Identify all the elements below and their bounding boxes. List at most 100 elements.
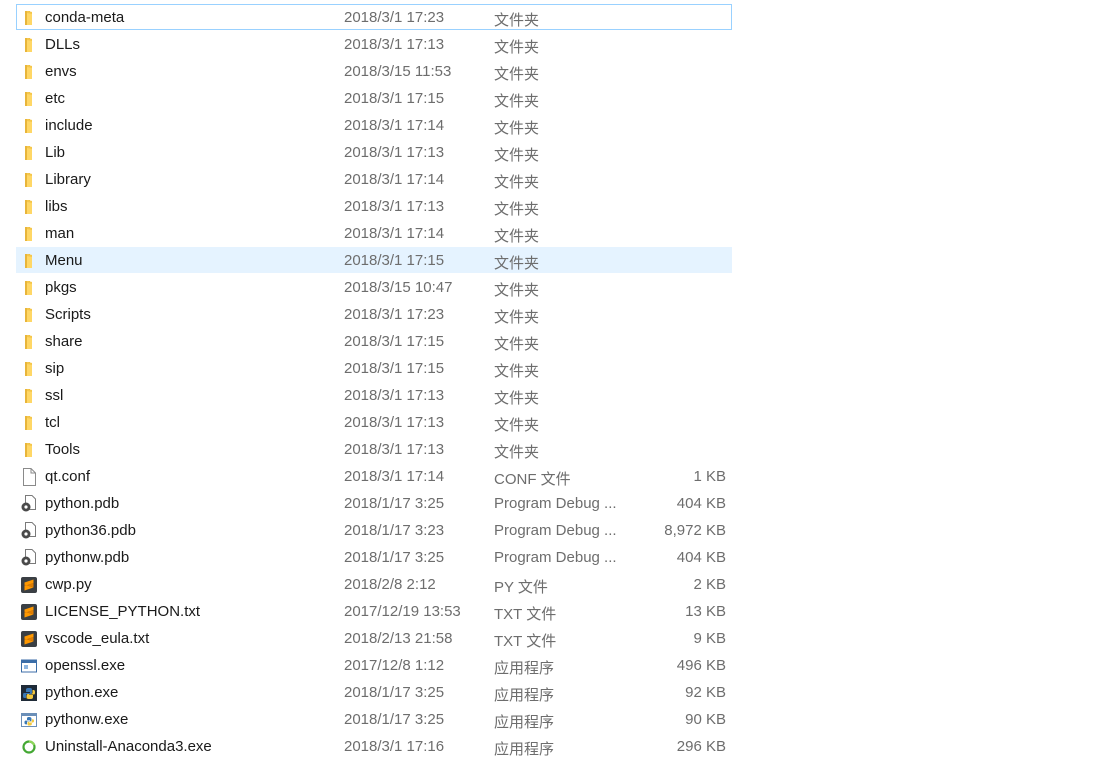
file-row[interactable]: Scripts 2018/3/1 17:23 文件夹: [16, 301, 732, 327]
folder-icon: [20, 90, 38, 108]
file-date-modified: 2018/3/1 17:15: [344, 90, 445, 107]
folder-icon: [20, 360, 38, 378]
folder-icon: [20, 171, 38, 189]
file-row[interactable]: libs 2018/3/1 17:13 文件夹: [16, 193, 732, 219]
file-type: 文件夹: [494, 120, 540, 137]
file-name: python.exe: [45, 684, 119, 701]
file-name: envs: [45, 63, 77, 80]
folder-icon: [20, 387, 38, 405]
file-row[interactable]: sip 2018/3/1 17:15 文件夹: [16, 355, 732, 381]
debug-file-icon: [20, 495, 38, 513]
file-row[interactable]: man 2018/3/1 17:14 文件夹: [16, 220, 732, 246]
file-type: 文件夹: [494, 93, 540, 110]
python-window-icon: [20, 711, 38, 729]
file-name: cwp.py: [45, 576, 92, 593]
blank-file-icon: [20, 468, 38, 486]
file-date-modified: 2018/3/1 17:16: [344, 738, 445, 755]
file-date-modified: 2018/3/1 17:23: [344, 9, 445, 26]
file-date-modified: 2018/2/13 21:58: [344, 630, 453, 647]
file-row[interactable]: python36.pdb 2018/1/17 3:23 Program Debug …: [16, 517, 732, 543]
debug-file-icon: [20, 522, 38, 540]
file-row[interactable]: qt.conf 2018/3/1 17:14 CONF 文件 1 KB: [16, 463, 732, 489]
file-type: 文件夹: [494, 417, 540, 434]
file-row[interactable]: Menu 2018/3/1 17:15 文件夹: [16, 247, 732, 273]
file-row[interactable]: Library 2018/3/1 17:14 文件夹: [16, 166, 732, 192]
file-name: openssl.exe: [45, 657, 126, 674]
file-date-modified: 2018/3/1 17:14: [344, 468, 445, 485]
file-type: 文件夹: [494, 66, 540, 83]
file-date-modified: 2018/3/15 10:47: [344, 279, 453, 296]
file-row[interactable]: pkgs 2018/3/15 10:47 文件夹: [16, 274, 732, 300]
file-date-modified: 2017/12/8 1:12: [344, 657, 445, 674]
file-row[interactable]: Lib 2018/3/1 17:13 文件夹: [16, 139, 732, 165]
file-date-modified: 2018/3/1 17:15: [344, 360, 445, 377]
file-size: 92 KB: [685, 684, 726, 701]
sublime-text-icon: [20, 576, 38, 594]
file-type: 文件夹: [494, 228, 540, 245]
folder-icon: [20, 9, 38, 27]
file-type: 文件夹: [494, 39, 540, 56]
folder-icon: [20, 306, 38, 324]
file-row[interactable]: Tools 2018/3/1 17:13 文件夹: [16, 436, 732, 462]
file-name: python.pdb: [45, 495, 120, 512]
file-date-modified: 2018/1/17 3:23: [344, 522, 445, 539]
file-type: 文件夹: [494, 174, 540, 191]
file-type: 应用程序: [494, 660, 555, 677]
file-row[interactable]: pythonw.pdb 2018/1/17 3:25 Program Debug .…: [16, 544, 732, 570]
file-row[interactable]: pythonw.exe 2018/1/17 3:25 应用程序 90 KB: [16, 706, 732, 732]
file-row[interactable]: include 2018/3/1 17:14 文件夹: [16, 112, 732, 138]
sublime-text-icon: [20, 630, 38, 648]
file-date-modified: 2018/3/1 17:14: [344, 171, 445, 188]
file-row[interactable]: vscode_eula.txt 2018/2/13 21:58 TXT 文件 9 KB: [16, 625, 732, 651]
file-type: CONF 文件: [494, 471, 571, 488]
file-name: Lib: [45, 144, 66, 161]
file-type: 文件夹: [494, 336, 540, 353]
file-date-modified: 2017/12/19 13:53: [344, 603, 461, 620]
file-type: 文件夹: [494, 282, 540, 299]
file-size: 13 KB: [685, 603, 726, 620]
file-name: qt.conf: [45, 468, 91, 485]
file-date-modified: 2018/2/8 2:12: [344, 576, 436, 593]
file-row[interactable]: share 2018/3/1 17:15 文件夹: [16, 328, 732, 354]
file-row[interactable]: cwp.py 2018/2/8 2:12 PY 文件 2 KB: [16, 571, 732, 597]
file-date-modified: 2018/3/1 17:13: [344, 144, 445, 161]
file-type: 文件夹: [494, 147, 540, 164]
file-size: 2 KB: [693, 576, 726, 593]
file-row[interactable]: openssl.exe 2017/12/8 1:12 应用程序 496 KB: [16, 652, 732, 678]
file-row[interactable]: tcl 2018/3/1 17:13 文件夹: [16, 409, 732, 435]
file-size: 1 KB: [693, 468, 726, 485]
file-name: Library: [45, 171, 91, 188]
application-window-icon: [20, 657, 38, 675]
folder-icon: [20, 117, 38, 135]
folder-icon: [20, 144, 38, 162]
file-size: 90 KB: [685, 711, 726, 728]
file-row[interactable]: Uninstall-Anaconda3.exe 2018/3/1 17:16 应用程…: [16, 733, 732, 759]
file-row[interactable]: python.exe 2018/1/17 3:25 应用程序 92 KB: [16, 679, 732, 705]
file-name: python36.pdb: [45, 522, 136, 539]
file-name: LICENSE_PYTHON.txt: [45, 603, 201, 620]
file-name: Uninstall-Anaconda3.exe: [45, 738, 212, 755]
file-row[interactable]: conda-meta 2018/3/1 17:23 文件夹: [16, 4, 732, 30]
file-row[interactable]: python.pdb 2018/1/17 3:25 Program Debug ..…: [16, 490, 732, 516]
folder-icon: [20, 252, 38, 270]
file-name: etc: [45, 90, 66, 107]
file-date-modified: 2018/3/1 17:14: [344, 225, 445, 242]
file-date-modified: 2018/1/17 3:25: [344, 711, 445, 728]
file-type: 文件夹: [494, 363, 540, 380]
file-type: Program Debug ...: [494, 495, 617, 512]
file-name: tcl: [45, 414, 60, 431]
file-row[interactable]: etc 2018/3/1 17:15 文件夹: [16, 85, 732, 111]
file-type: TXT 文件: [494, 606, 557, 623]
file-date-modified: 2018/3/1 17:13: [344, 36, 445, 53]
file-row[interactable]: envs 2018/3/15 11:53 文件夹: [16, 58, 732, 84]
file-type: 文件夹: [494, 201, 540, 218]
file-name: libs: [45, 198, 68, 215]
file-row[interactable]: ssl 2018/3/1 17:13 文件夹: [16, 382, 732, 408]
file-type: 应用程序: [494, 687, 555, 704]
file-size: 8,972 KB: [664, 522, 726, 539]
file-row[interactable]: DLLs 2018/3/1 17:13 文件夹: [16, 31, 732, 57]
file-name: share: [45, 333, 83, 350]
file-row[interactable]: LICENSE_PYTHON.txt 2017/12/19 13:53 TXT 文件…: [16, 598, 732, 624]
file-type: Program Debug ...: [494, 522, 617, 539]
folder-icon: [20, 198, 38, 216]
